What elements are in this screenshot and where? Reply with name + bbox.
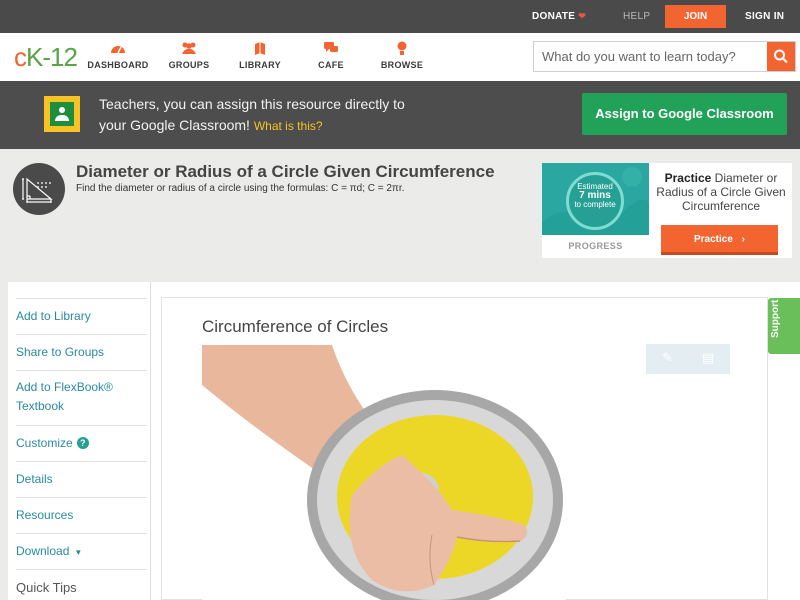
sign-in-link[interactable]: SIGN IN (745, 11, 784, 22)
caret-down-icon: ▼ (74, 548, 83, 557)
sidebar-item-add-to-library[interactable]: Add to Library (16, 298, 147, 334)
search-icon (774, 49, 788, 64)
nav-browse[interactable]: BROWSE (367, 41, 437, 70)
practice-button[interactable]: Practice › (661, 225, 778, 255)
sidebar-item-label: Customize (16, 436, 73, 450)
cafe-icon (296, 41, 366, 57)
nav-groups[interactable]: GROUPS (154, 41, 224, 70)
sidebar-item-details[interactable]: Details (16, 461, 147, 497)
to-complete-label: to complete (574, 200, 616, 209)
notes-icon[interactable]: ▤ (702, 350, 714, 366)
practice-title: Practice Diameter or Radius of a Circle … (656, 171, 786, 213)
nav-groups-label: GROUPS (168, 60, 210, 70)
nav-dashboard-label: DASHBOARD (87, 60, 149, 70)
practice-card: Estimated 7 mins to complete PROGRESS Pr… (542, 163, 792, 258)
main-nav: cK-12 DASHBOARD GROUPS LIBRARY CAFE BROW… (0, 33, 800, 81)
groups-icon (154, 41, 224, 57)
concept-description: Find the diameter or radius of a circle … (76, 183, 405, 194)
browse-icon (367, 41, 437, 57)
discus-photo (202, 345, 566, 600)
sidebar-item-download[interactable]: Download ▼ (16, 533, 147, 569)
concept-geometry-icon (13, 163, 65, 215)
search-input[interactable] (534, 42, 766, 71)
support-tab[interactable]: Support (768, 298, 800, 354)
practice-word: Practice (664, 171, 712, 185)
nav-library[interactable]: LIBRARY (225, 41, 295, 70)
sidebar-item-add-to-flexbook[interactable]: Add to FlexBook® Textbook (16, 370, 147, 425)
dashboard-icon (83, 41, 153, 57)
pencil-icon[interactable]: ✎ (662, 350, 673, 366)
sidebar-item-label: Add to FlexBook® Textbook (16, 380, 113, 413)
logo-k: K (26, 42, 43, 72)
sidebar-item-customize[interactable]: Customize? (16, 425, 147, 461)
sidebar-item-label: Share to Groups (16, 345, 105, 359)
search-button[interactable] (767, 42, 795, 71)
sidebar-item-label: Download (16, 544, 70, 558)
chevron-right-icon: › (741, 234, 746, 245)
logo-c: c (14, 42, 27, 72)
help-link[interactable]: HELP (623, 11, 650, 22)
banner-line-1: Teachers, you can assign this resource d… (99, 96, 405, 112)
estimated-time: Estimated 7 mins to complete (566, 182, 624, 209)
page-title: Diameter or Radius of a Circle Given Cir… (76, 162, 495, 181)
content-title: Circumference of Circles (202, 317, 389, 336)
logo-number: 12 (50, 42, 78, 72)
join-button[interactable]: JOIN (665, 5, 726, 28)
library-icon (225, 41, 295, 57)
teacher-banner: Teachers, you can assign this resource d… (0, 81, 800, 149)
sidebar-item-label: Quick Tips (16, 580, 77, 595)
search-box (533, 41, 796, 72)
sidebar-item-label: Details (16, 472, 53, 486)
sidebar: Add to Library Share to Groups Add to Fl… (8, 282, 150, 600)
nav-cafe[interactable]: CAFE (296, 41, 366, 70)
help-icon[interactable]: ? (76, 437, 89, 449)
what-is-this-link[interactable]: What is this? (254, 119, 323, 133)
nav-cafe-label: CAFE (318, 60, 344, 70)
practice-button-label: Practice (693, 234, 733, 245)
sidebar-item-label: Resources (16, 508, 74, 522)
sidebar-item-resources[interactable]: Resources (16, 497, 147, 533)
logo-dash: - (42, 42, 51, 72)
content-toolbar: ✎ ▤ (646, 344, 730, 374)
banner-line-2: your Google Classroom! (99, 117, 250, 133)
sidebar-item-quick-tips[interactable]: Quick Tips (16, 569, 147, 600)
nav-library-label: LIBRARY (239, 60, 281, 70)
sidebar-item-label: Add to Library (16, 309, 91, 323)
heart-icon: ❤ (578, 11, 587, 21)
progress-image: Estimated 7 mins to complete (542, 163, 649, 235)
donate-link[interactable]: DONATE ❤ (532, 11, 586, 22)
sidebar-item-share-to-groups[interactable]: Share to Groups (16, 334, 147, 370)
donate-label: DONATE (532, 11, 576, 22)
google-classroom-icon (44, 96, 80, 132)
nav-browse-label: BROWSE (380, 60, 424, 70)
progress-label: PROGRESS (568, 241, 623, 251)
banner-message: Teachers, you can assign this resource d… (99, 94, 459, 137)
ck12-logo[interactable]: cK-12 (14, 42, 78, 73)
assign-to-google-classroom-button[interactable]: Assign to Google Classroom (582, 93, 787, 135)
top-utility-bar: DONATE ❤ HELP JOIN SIGN IN (0, 0, 800, 33)
nav-dashboard[interactable]: DASHBOARD (83, 41, 153, 70)
support-label: Support (770, 299, 781, 338)
